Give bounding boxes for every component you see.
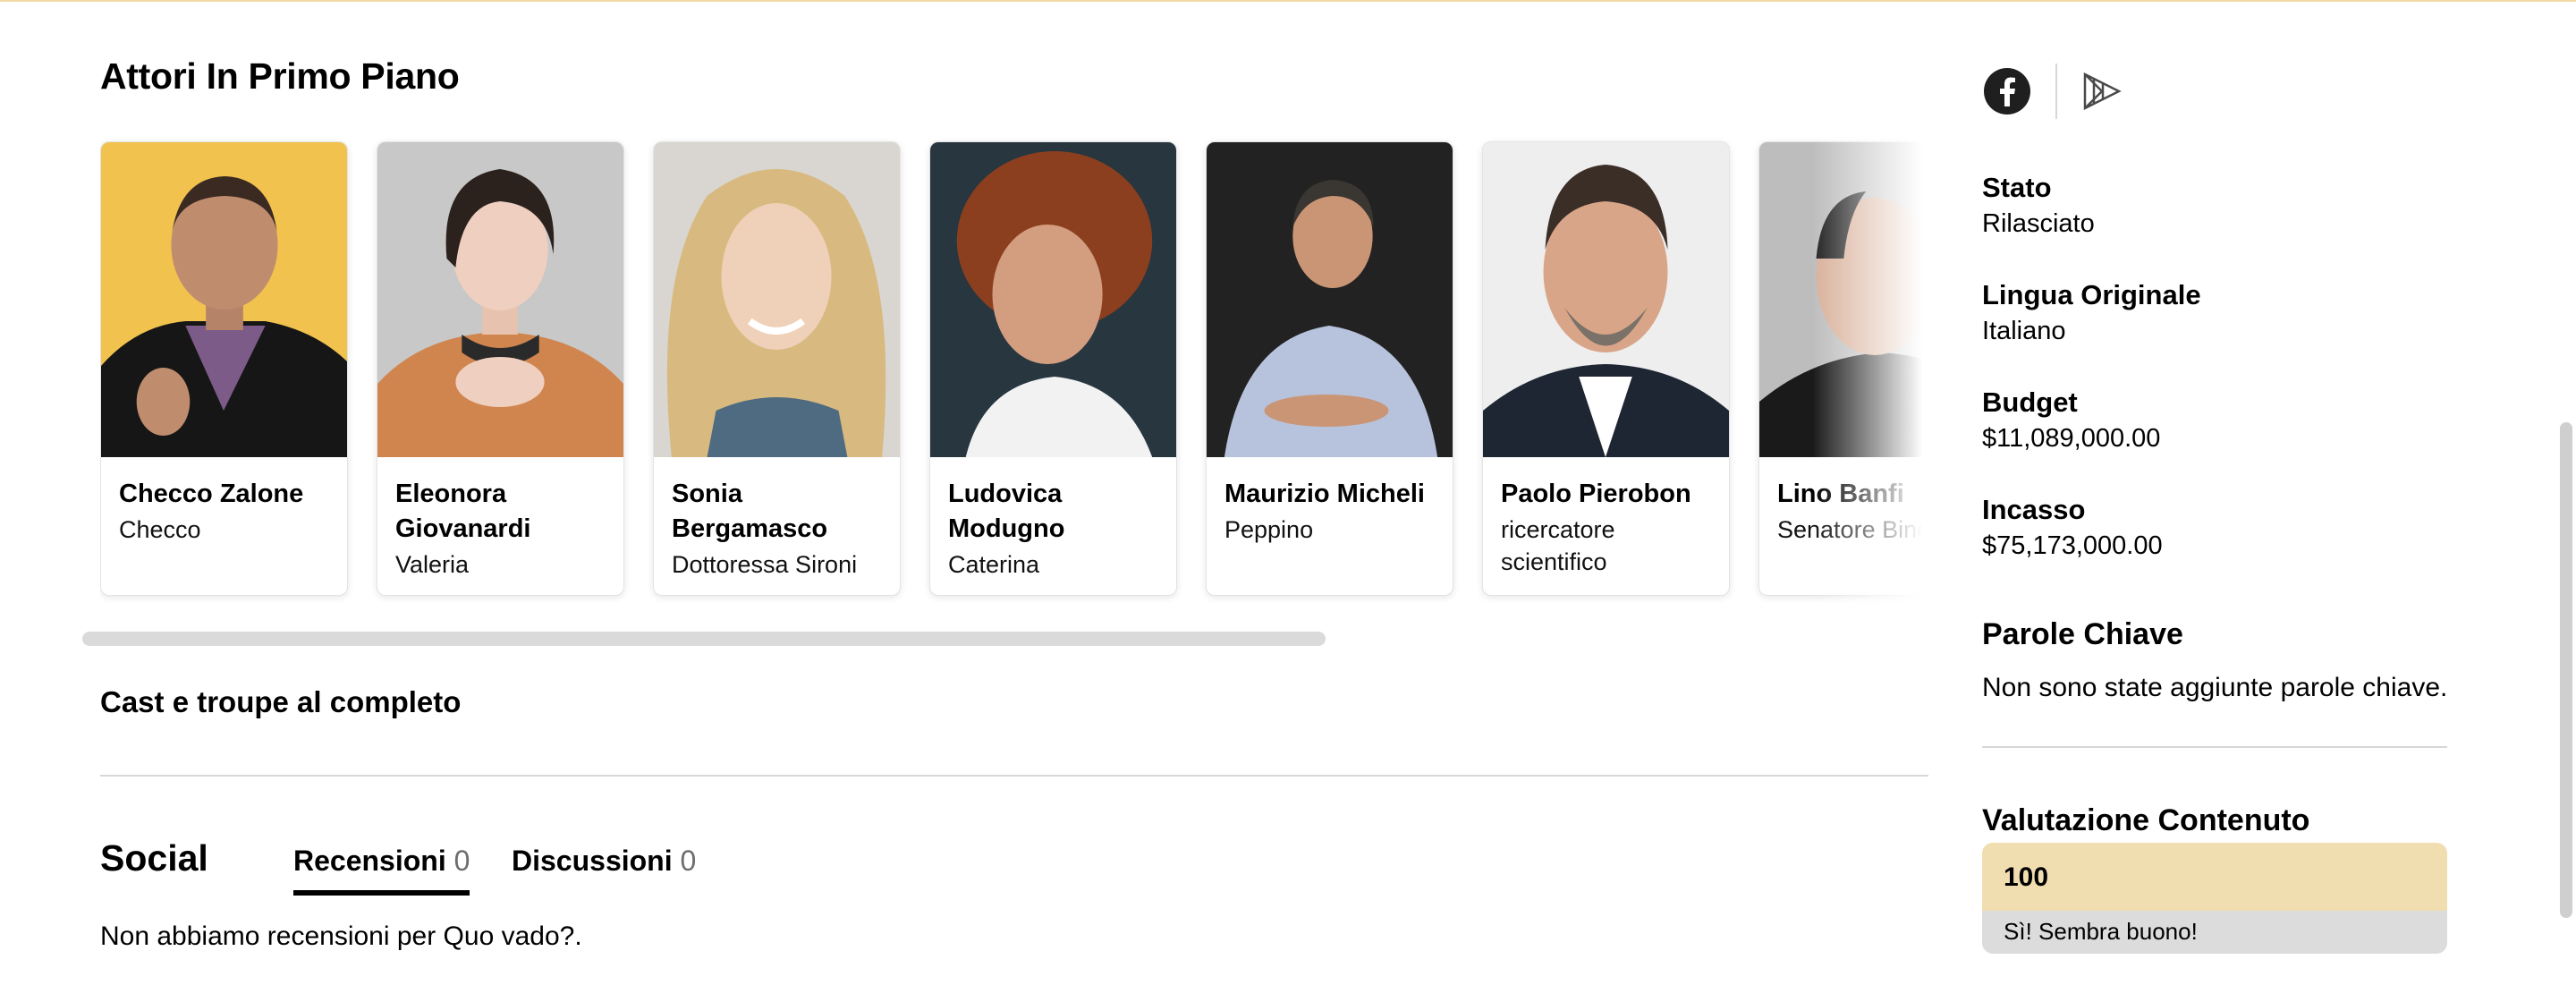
fact-value: Rilasciato xyxy=(1982,209,2095,238)
actor-photo[interactable] xyxy=(930,142,1176,457)
fact-value: Italiano xyxy=(1982,317,2066,345)
fact-label: Budget xyxy=(1982,386,2078,418)
no-reviews-message: Non abbiamo recensioni per Quo vado?. xyxy=(100,921,582,951)
fact-original-language: Lingua Originale Italiano xyxy=(1982,277,2201,349)
actor-name[interactable]: Ludovica Modugno xyxy=(948,477,1158,547)
section-divider xyxy=(100,775,1928,777)
horizontal-scrollbar[interactable] xyxy=(82,632,1326,646)
actor-name[interactable]: Checco Zalone xyxy=(119,477,329,512)
actor-photo-icon xyxy=(654,142,900,457)
actor-name[interactable]: Sonia Bergamasco xyxy=(672,477,882,547)
fact-label: Lingua Originale xyxy=(1982,279,2201,310)
content-rating-title: Valutazione Contenuto xyxy=(1982,803,2310,837)
sidebar-divider xyxy=(1982,746,2447,748)
fact-revenue: Incasso $75,173,000.00 xyxy=(1982,492,2163,564)
actor-photo[interactable] xyxy=(101,142,347,457)
scroll-fade xyxy=(1812,136,1928,619)
social-links xyxy=(1982,64,2127,119)
top-cast-title: Attori In Primo Piano xyxy=(100,55,460,97)
actor-photo-icon xyxy=(1483,142,1729,457)
character-name: Caterina xyxy=(948,551,1040,578)
fact-label: Stato xyxy=(1982,172,2052,203)
cast-card[interactable]: Checco Zalone Checco xyxy=(100,141,348,596)
actor-name[interactable]: Eleonora Giovanardi xyxy=(395,477,606,547)
fact-label: Incasso xyxy=(1982,494,2086,525)
main-column: Attori In Primo Piano Checco Zalone Chec… xyxy=(82,0,1928,1002)
tab-label: Discussioni xyxy=(512,845,673,877)
character-name: Valeria xyxy=(395,551,470,578)
actor-name[interactable]: Paolo Pierobon xyxy=(1501,477,1711,512)
justwatch-icon[interactable] xyxy=(2077,66,2127,116)
icon-separator xyxy=(2055,64,2057,119)
tab-discussions[interactable]: Discussioni 0 xyxy=(512,845,696,890)
social-title: Social xyxy=(100,837,208,879)
content-rating-box[interactable]: 100 Sì! Sembra buono! xyxy=(1982,843,2447,954)
actor-name[interactable]: Maurizio Micheli xyxy=(1224,477,1435,512)
actor-photo-icon xyxy=(1207,142,1453,457)
fact-budget: Budget $11,089,000.00 xyxy=(1982,385,2160,456)
cast-scroller[interactable]: Checco Zalone Checco Eleonora Giovanardi… xyxy=(100,136,1928,619)
sidebar: Stato Rilasciato Lingua Originale Italia… xyxy=(1982,0,2483,1002)
actor-photo[interactable] xyxy=(1483,142,1729,457)
character-name: Peppino xyxy=(1224,516,1314,543)
fact-value: $11,089,000.00 xyxy=(1982,424,2161,453)
character-name: ricercatore scientifico xyxy=(1501,516,1615,575)
actor-photo-icon xyxy=(930,142,1176,457)
tab-count: 0 xyxy=(453,845,470,877)
tab-count: 0 xyxy=(680,845,697,877)
vertical-scrollbar[interactable] xyxy=(2560,422,2572,918)
tab-label: Recensioni xyxy=(293,845,446,877)
cast-card[interactable]: Sonia Bergamasco Dottoressa Sironi xyxy=(653,141,901,596)
full-cast-link[interactable]: Cast e troupe al completo xyxy=(100,685,461,719)
keywords-title: Parole Chiave xyxy=(1982,617,2183,651)
cast-card[interactable]: Ludovica Modugno Caterina xyxy=(929,141,1177,596)
fact-value: $75,173,000.00 xyxy=(1982,531,2163,560)
actor-photo-icon xyxy=(377,142,623,457)
actor-photo[interactable] xyxy=(377,142,623,457)
tab-reviews[interactable]: Recensioni 0 xyxy=(293,845,470,896)
actor-photo[interactable] xyxy=(1207,142,1453,457)
cast-card[interactable]: Eleonora Giovanardi Valeria xyxy=(377,141,624,596)
actor-photo-icon xyxy=(101,142,347,457)
cast-card[interactable]: Paolo Pierobon ricercatore scientifico xyxy=(1482,141,1730,596)
facebook-icon[interactable] xyxy=(1982,66,2032,116)
content-rating-desc: Sì! Sembra buono! xyxy=(1982,911,2447,954)
keywords-empty-text: Non sono state aggiunte parole chiave. xyxy=(1982,673,2448,702)
character-name: Checco xyxy=(119,516,201,543)
content-rating-value: 100 xyxy=(1982,843,2447,911)
cast-card[interactable]: Maurizio Micheli Peppino xyxy=(1206,141,1453,596)
cast-cards: Checco Zalone Checco Eleonora Giovanardi… xyxy=(100,141,1928,596)
actor-photo[interactable] xyxy=(654,142,900,457)
fact-status: Stato Rilasciato xyxy=(1982,170,2095,242)
character-name: Dottoressa Sironi xyxy=(672,551,858,578)
